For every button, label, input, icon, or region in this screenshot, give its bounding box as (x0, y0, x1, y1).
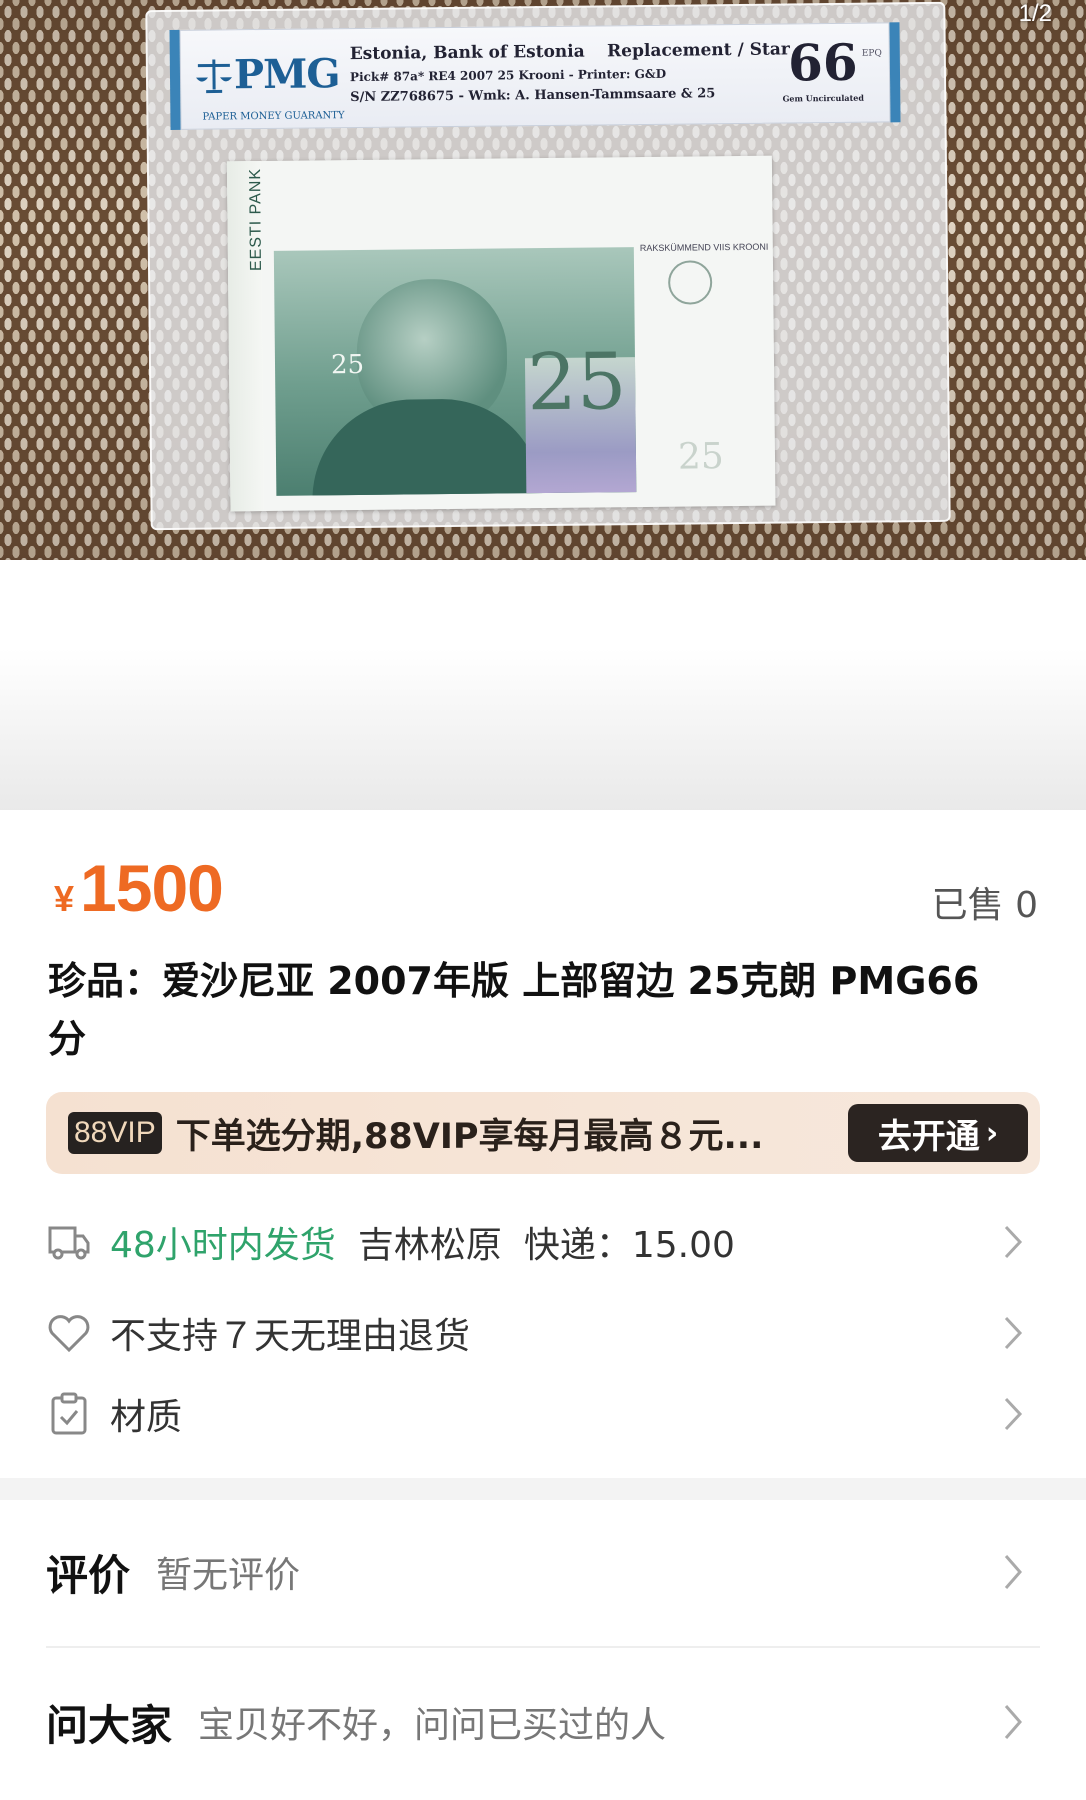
reviews-title: 评价 (46, 1550, 131, 1600)
price-value: 1500 (80, 851, 224, 925)
vip-promo-text: 下单选分期,88VIP享每月最高８元... (175, 1116, 764, 1157)
scale-icon (196, 59, 233, 94)
label-text: Estonia, Bank of Estonia Replacement / S… (350, 39, 791, 105)
chevron-right-icon (1004, 1555, 1022, 1589)
chevron-right-icon: › (985, 1115, 999, 1151)
label-pick: Pick# 87a* RE4 2007 25 Krooni - Printer:… (349, 66, 667, 85)
reviews-subtitle: 暂无评价 (156, 1555, 301, 1596)
vip-banner[interactable]: 88VIP 下单选分期,88VIP享每月最高８元... 去开通 › (46, 1092, 1040, 1174)
grade-desc: Gem Uncirculated (782, 92, 864, 104)
section-divider (0, 1478, 1086, 1500)
clipboard-icon (46, 1391, 92, 1437)
chevron-right-icon (1004, 1397, 1023, 1431)
product-photo[interactable]: 1/2 PMG PAPER MONEY GUARANTY Estonia, Ba… (0, 0, 1086, 560)
vip-badge: 88VIP (68, 1112, 162, 1154)
pmg-logo: PMG PAPER MONEY GUARANTY (194, 46, 345, 123)
banknote-seal (667, 260, 713, 305)
ask-subtitle: 宝贝好不好，问问已买过的人 (198, 1705, 667, 1746)
pmg-slab: PMG PAPER MONEY GUARANTY Estonia, Bank o… (145, 1, 951, 531)
returns-text: 不支持７天无理由退货 (110, 1316, 471, 1357)
ask-title: 问大家 (46, 1700, 173, 1750)
grade-value: 66 (787, 32, 858, 93)
ask-section[interactable]: 问大家 宝贝好不好，问问已买过的人 (46, 1672, 1040, 1772)
truck-icon (46, 1219, 92, 1265)
divider (46, 1646, 1040, 1648)
shipping-location: 吉林松原 (357, 1225, 502, 1266)
shipping-row[interactable]: 48小时内发货 吉林松原 快递：15.00 (46, 1207, 1040, 1277)
material-row[interactable]: 材质 (46, 1379, 1040, 1449)
label-serial: S/N ZZ768675 - Wmk: A. Hansen-Tammsaare … (350, 86, 716, 106)
shipping-time: 48小时内发货 (110, 1225, 336, 1266)
label-type: Replacement / Star (607, 39, 790, 62)
reviews-section[interactable]: 评价 暂无评价 (46, 1522, 1040, 1622)
sold-count: 已售 0 (931, 885, 1038, 926)
banknote-bank-name: EESTI PANK (246, 167, 266, 272)
banknote-face: 25 25 (273, 247, 637, 496)
product-title: 珍品：爱沙尼亚 2007年版 上部留边 25克朗 PMG66分 (48, 959, 980, 1061)
label-issuer: Estonia, Bank of Estonia (349, 41, 585, 65)
price: ¥ 1500 (54, 850, 224, 926)
shipping-fee: 快递：15.00 (523, 1225, 735, 1266)
chevron-right-icon (1004, 1316, 1023, 1350)
material-text: 材质 (110, 1397, 183, 1438)
chevron-right-icon (1004, 1225, 1023, 1259)
returns-row[interactable]: 不支持７天无理由退货 (46, 1298, 1040, 1368)
product-info-card: ¥ 1500 已售 0 珍品：爱沙尼亚 2007年版 上部留边 25克朗 PMG… (0, 810, 1086, 1500)
heart-icon (46, 1310, 92, 1356)
grading-label: PMG PAPER MONEY GUARANTY Estonia, Bank o… (169, 22, 901, 130)
currency-symbol: ¥ (54, 878, 75, 919)
gallery-counter: 1/2 (1018, 0, 1052, 27)
banknote: 25 25 EESTI PANK RAKSKÜMMEND VIIS KROONI… (226, 155, 776, 512)
gallery-spacer (0, 560, 1086, 812)
grade-box: 66 Gem Uncirculated EPQ (778, 32, 882, 114)
chevron-right-icon (1004, 1705, 1022, 1739)
grade-epq: EPQ (861, 48, 882, 59)
banknote-words: RAKSKÜMMEND VIIS KROONI (639, 241, 769, 254)
vip-activate-button[interactable]: 去开通 › (848, 1104, 1028, 1162)
